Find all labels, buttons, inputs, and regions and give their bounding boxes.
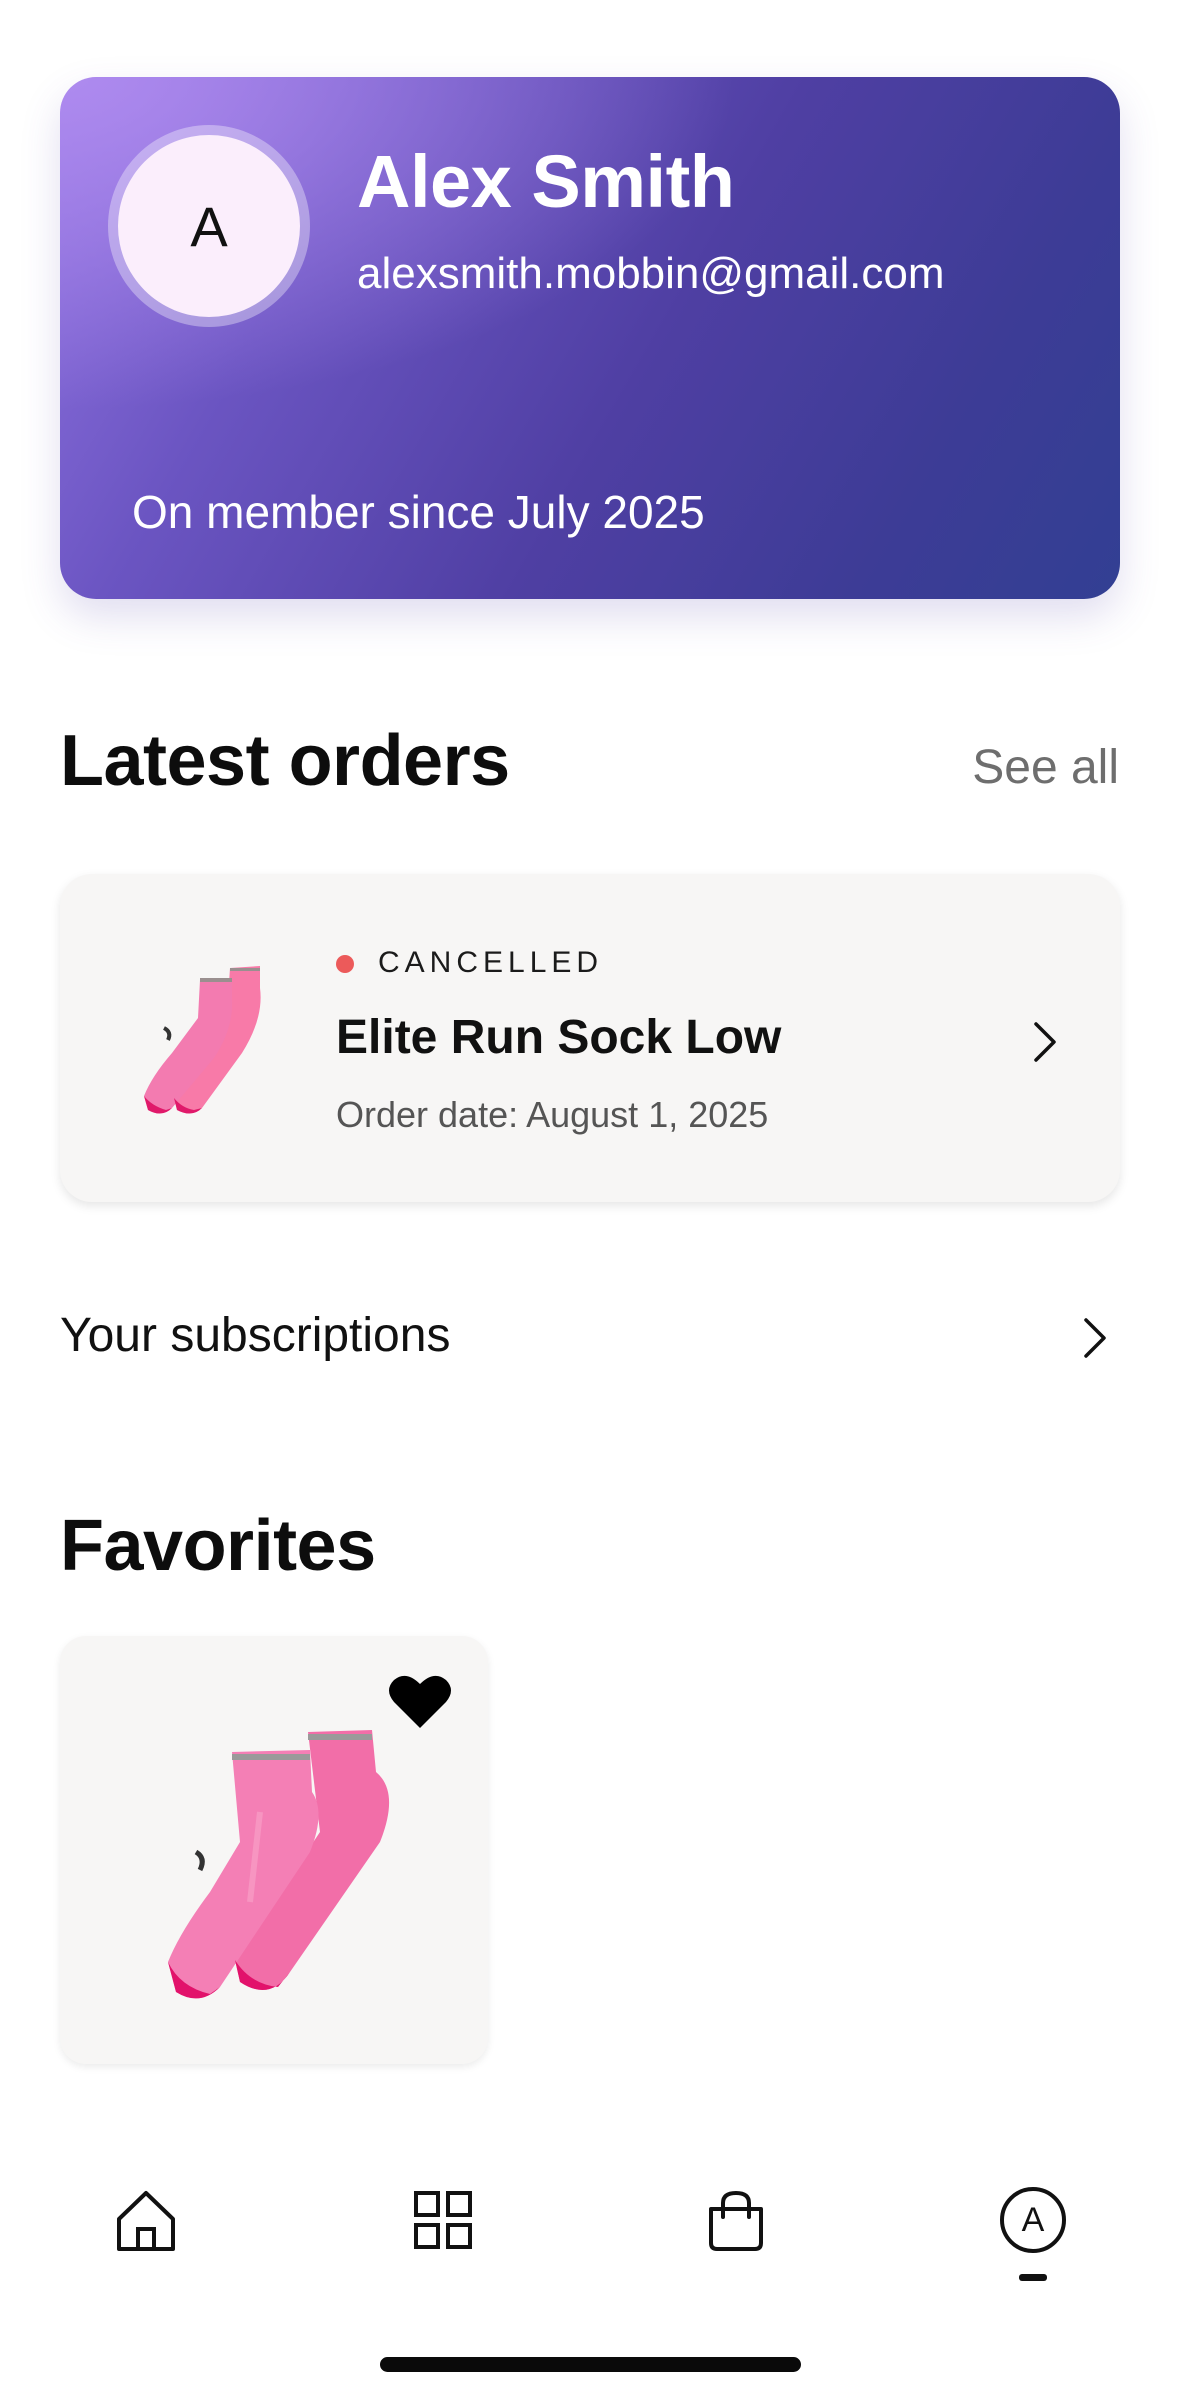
profile-name: Alex Smith [357,140,735,223]
bottom-nav: A [0,2160,1179,2290]
chevron-right-icon [1034,1022,1056,1062]
favorites-title: Favorites [60,1506,376,1586]
subscriptions-row[interactable]: Your subscriptions [60,1290,1120,1380]
order-card[interactable]: CANCELLED Elite Run Sock Low Order date:… [60,874,1120,1202]
nav-browse[interactable] [403,2180,483,2260]
heart-filled-icon[interactable] [388,1672,452,1730]
nav-bag[interactable] [696,2180,776,2260]
latest-orders-title: Latest orders [60,721,510,801]
home-indicator[interactable] [380,2357,801,2372]
profile-email: alexsmith.mobbin@gmail.com [357,249,945,298]
grid-icon [414,2191,472,2249]
favorite-item-card[interactable] [60,1636,488,2064]
order-product-name: Elite Run Sock Low [336,1011,782,1064]
avatar-ring: A [108,125,310,327]
nav-profile[interactable]: A [993,2180,1073,2260]
home-icon [117,2191,175,2251]
nav-home[interactable] [106,2180,186,2260]
active-tab-indicator [1019,2274,1047,2281]
profile-screen: A Alex Smith alexsmith.mobbin@gmail.com … [0,0,1179,2396]
profile-avatar-icon: A [1000,2187,1066,2253]
see-all-link[interactable]: See all [972,740,1119,795]
member-since: On member since July 2025 [132,486,705,538]
subscriptions-label: Your subscriptions [60,1309,451,1362]
sock-thumbnail-image [144,966,261,1114]
order-date: Order date: August 1, 2025 [336,1094,769,1135]
avatar: A [118,135,300,317]
order-status: CANCELLED [378,946,604,979]
shopping-bag-icon [709,2190,763,2251]
status-dot [336,955,354,973]
chevron-right-icon [1084,1318,1106,1358]
sock-product-image [168,1730,390,1999]
profile-card: A Alex Smith alexsmith.mobbin@gmail.com … [60,77,1120,599]
